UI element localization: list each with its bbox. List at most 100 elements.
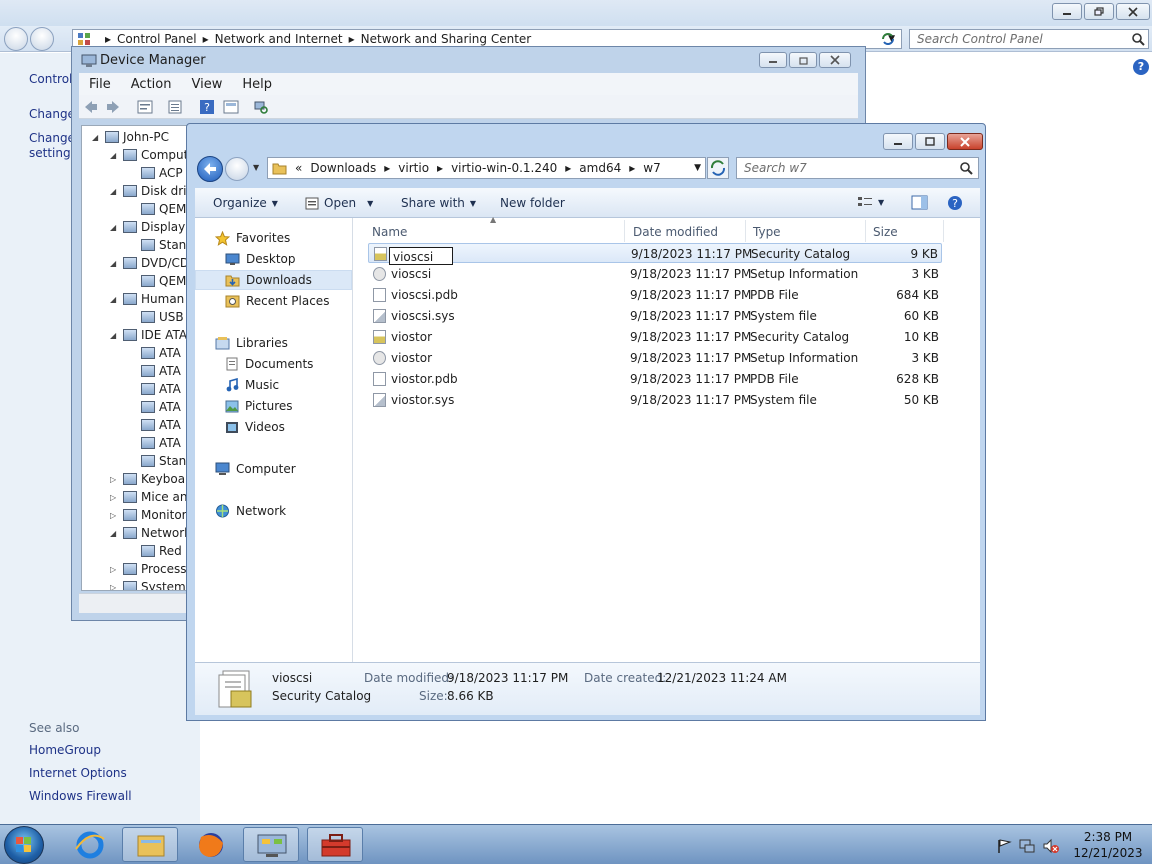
organize-button[interactable]: Organize ▼ [213, 196, 278, 210]
file-row[interactable]: viostor 9/18/2023 11:17 PM Security Catalo… [368, 327, 942, 347]
left-link-control[interactable]: Control [29, 72, 72, 87]
device-tree-item[interactable]: ◢ Disk driv [110, 182, 190, 200]
nav-favorites[interactable]: Favorites [195, 228, 352, 248]
explorer-address-bar[interactable]: « Downloads ▸ virtio ▸ virtio-win-0.1.24… [267, 157, 706, 179]
tree-collapsed-icon[interactable]: ▷ [110, 475, 119, 484]
close-button[interactable] [1116, 3, 1150, 20]
device-view-icon[interactable] [223, 99, 239, 115]
search-icon[interactable] [959, 161, 973, 175]
column-type[interactable]: Type [753, 225, 781, 239]
nav-recent-places[interactable]: Recent Places [195, 291, 352, 311]
file-row[interactable]: vioscsi.pdb 9/18/2023 11:17 PM PDB File 684… [368, 285, 942, 305]
nav-libraries[interactable]: Libraries [195, 333, 352, 353]
device-tree-item[interactable]: USB [128, 308, 184, 326]
device-tree-item[interactable]: ◢ Comput [110, 146, 188, 164]
device-tree-item[interactable]: ◢ DVD/CD [110, 254, 189, 272]
device-tree-item[interactable]: ◢ Network [110, 524, 190, 542]
see-also-homegroup[interactable]: HomeGroup [29, 743, 101, 758]
properties-icon[interactable] [137, 99, 153, 115]
tree-expanded-icon[interactable]: ◢ [110, 187, 119, 196]
device-tree-item[interactable]: QEM [128, 200, 186, 218]
menu-view[interactable]: View [191, 77, 222, 92]
device-tree-item[interactable]: ▷ Processo [110, 560, 190, 578]
help-icon[interactable]: ? [1133, 59, 1149, 75]
file-row[interactable]: viostor.sys 9/18/2023 11:17 PM System file… [368, 390, 942, 410]
nav-downloads[interactable]: Downloads [195, 270, 352, 290]
forward-arrow-icon[interactable] [105, 99, 121, 115]
left-link-settings[interactable]: settings [29, 146, 77, 161]
device-tree-item[interactable]: ATA [128, 434, 181, 452]
left-link-change-adapter[interactable]: Change [29, 107, 75, 122]
help-icon[interactable]: ? [199, 99, 215, 115]
tree-expanded-icon[interactable]: ◢ [110, 331, 119, 340]
device-tree-item[interactable]: QEM [128, 272, 186, 290]
taskbar-firefox[interactable] [183, 827, 239, 862]
column-separator[interactable] [624, 220, 625, 242]
nav-pictures[interactable]: Pictures [195, 396, 352, 416]
refresh-button[interactable] [880, 31, 896, 47]
ex-close-button[interactable] [947, 133, 983, 150]
back-button[interactable] [197, 156, 223, 182]
refresh-button[interactable] [707, 157, 729, 179]
tree-expanded-icon[interactable]: ◢ [92, 133, 101, 142]
breadcrumb-downloads[interactable]: Downloads [310, 161, 376, 175]
device-tree-item[interactable]: ATA [128, 416, 181, 434]
tree-expanded-icon[interactable]: ◢ [110, 151, 119, 160]
nav-computer[interactable]: Computer [195, 459, 352, 479]
column-separator[interactable] [865, 220, 866, 242]
breadcrumb-virtio[interactable]: virtio [398, 161, 429, 175]
menu-help[interactable]: Help [242, 77, 272, 92]
breadcrumb-overflow[interactable]: « [295, 161, 302, 175]
restore-button[interactable] [1084, 3, 1114, 20]
menu-file[interactable]: File [89, 77, 111, 92]
device-tree-item[interactable]: Stan [128, 236, 186, 254]
tree-expanded-icon[interactable]: ◢ [110, 295, 119, 304]
taskbar-device-manager[interactable] [307, 827, 363, 862]
back-arrow-icon[interactable] [83, 99, 99, 115]
nav-music[interactable]: Music [195, 375, 352, 395]
breadcrumb-item[interactable]: Network and Internet [215, 32, 343, 46]
action-center-flag-icon[interactable] [996, 838, 1012, 854]
device-tree-item[interactable]: ACP [128, 164, 183, 182]
breadcrumb-amd64[interactable]: amd64 [579, 161, 621, 175]
taskbar-internet-explorer[interactable] [62, 827, 118, 862]
device-tree-item[interactable]: ◢ Human [110, 290, 184, 308]
device-tree-item[interactable]: ATA [128, 398, 181, 416]
device-tree-item[interactable]: ▷ Mice an [110, 488, 187, 506]
left-link-change-settings[interactable]: Change [29, 131, 75, 146]
list-view-icon[interactable] [167, 99, 183, 115]
tree-collapsed-icon[interactable]: ▷ [110, 493, 119, 502]
help-button[interactable]: ? [947, 195, 963, 211]
device-tree-item[interactable]: ATA [128, 380, 181, 398]
network-status-icon[interactable] [1018, 837, 1036, 855]
nav-documents[interactable]: Documents [195, 354, 352, 374]
see-also-windows-firewall[interactable]: Windows Firewall [29, 789, 132, 804]
taskbar-control-panel[interactable] [243, 827, 299, 862]
nav-videos[interactable]: Videos [195, 417, 352, 437]
preview-pane-button[interactable] [911, 195, 928, 210]
tree-collapsed-icon[interactable]: ▷ [110, 511, 119, 520]
tree-expanded-icon[interactable]: ◢ [110, 223, 119, 232]
search-icon[interactable] [1131, 32, 1145, 46]
dm-close-button[interactable] [819, 52, 851, 68]
dm-restore-button[interactable] [789, 52, 817, 68]
device-tree-item[interactable]: Stan [128, 452, 186, 470]
column-separator[interactable] [745, 220, 746, 242]
share-with-button[interactable]: Share with ▼ [401, 196, 476, 210]
tree-expanded-icon[interactable]: ◢ [110, 259, 119, 268]
device-tree-item[interactable]: ATA [128, 362, 181, 380]
new-folder-button[interactable]: New folder [500, 196, 565, 210]
device-tree-item[interactable]: ▷ Monitor [110, 506, 187, 524]
explorer-search-input[interactable]: Search w7 [736, 157, 979, 179]
column-separator[interactable] [943, 220, 944, 242]
taskbar-windows-explorer[interactable] [122, 827, 178, 862]
device-tree-item[interactable]: ◢ Display a [110, 218, 190, 236]
forward-button[interactable] [225, 157, 249, 181]
minimize-button[interactable] [1052, 3, 1082, 20]
menu-action[interactable]: Action [131, 77, 172, 92]
device-tree-item[interactable]: ATA [128, 344, 181, 362]
device-tree-item[interactable]: ▷ Keyboar [110, 470, 190, 488]
dm-minimize-button[interactable] [759, 52, 787, 68]
nav-network[interactable]: Network [195, 501, 352, 521]
back-button[interactable] [4, 27, 28, 51]
